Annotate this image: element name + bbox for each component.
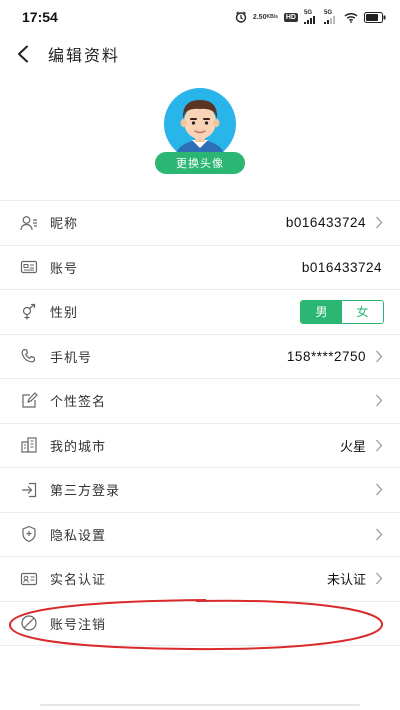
profile-settings-list: 昵称 b016433724 账号 b016433724 性别 男 女 手机号 1…: [0, 200, 400, 646]
third-party-login-row[interactable]: 第三方登录: [0, 468, 400, 513]
signature-label: 个性签名: [50, 395, 107, 411]
chevron-right-icon: [374, 394, 384, 408]
id-card-icon: [20, 258, 38, 276]
hd-icon: HD: [283, 12, 298, 22]
gender-label: 性别: [50, 306, 79, 322]
chevron-left-icon: [18, 45, 28, 63]
city-value: 火星: [339, 439, 366, 455]
city-row[interactable]: 我的城市 火星: [0, 424, 400, 468]
gender-toggle: 男 女: [300, 299, 384, 324]
account-label: 账号: [50, 261, 79, 277]
chevron-right-icon: [374, 483, 384, 497]
nickname-label: 昵称: [50, 217, 79, 233]
phone-row[interactable]: 手机号 158****2750: [0, 335, 400, 379]
net-speed-value: 2.50: [252, 13, 267, 21]
gender-icon: [20, 303, 38, 321]
account-value: b016433724: [301, 259, 382, 275]
status-bar: 17:54 2.50 KB/s HD 5G 5G: [0, 0, 400, 34]
cancel-account-label: 账号注销: [50, 617, 107, 633]
signal-icon-sim2: 5G: [324, 10, 338, 24]
change-avatar-button[interactable]: 更换头像: [155, 152, 245, 174]
status-icons: 2.50 KB/s HD 5G 5G: [235, 10, 386, 24]
wifi-icon: [344, 12, 358, 23]
cancel-account-icon: [20, 614, 38, 632]
signature-row[interactable]: 个性签名: [0, 379, 400, 424]
avatar[interactable]: [164, 88, 236, 160]
realname-icon: [20, 570, 38, 588]
phone-icon: [20, 347, 38, 365]
nav-bar: 编辑资料: [0, 34, 400, 74]
chevron-right-icon: [374, 527, 384, 541]
real-name-verification-label: 实名认证: [50, 573, 107, 589]
edit-icon: [20, 392, 38, 410]
privacy-settings-row[interactable]: 隐私设置: [0, 513, 400, 557]
signal-icon-sim1: 5G: [304, 10, 318, 24]
city-label: 我的城市: [50, 439, 107, 455]
cancel-account-row[interactable]: 账号注销: [0, 602, 400, 646]
avatar-image: [164, 88, 236, 160]
account-row: 账号 b016433724: [0, 246, 400, 290]
net-speed-unit: KB/s: [266, 13, 278, 20]
chevron-right-icon: [374, 216, 384, 230]
chevron-right-icon: [374, 349, 384, 363]
alarm-icon: [235, 11, 247, 23]
net-speed-indicator: 2.50 KB/s: [253, 14, 278, 21]
home-indicator: [40, 704, 360, 706]
page-title: 编辑资料: [48, 46, 121, 65]
city-icon: [20, 436, 38, 454]
nickname-row[interactable]: 昵称 b016433724: [0, 201, 400, 246]
gender-option-male[interactable]: 男: [301, 300, 342, 323]
user-id-icon: [20, 214, 38, 232]
phone-label: 手机号: [50, 350, 93, 366]
status-time: 17:54: [22, 9, 58, 25]
chevron-right-icon: [374, 572, 384, 586]
chevron-right-icon: [374, 438, 384, 452]
nickname-value: b016433724: [285, 215, 366, 231]
third-party-login-label: 第三方登录: [50, 484, 121, 500]
real-name-verification-value: 未认证: [326, 573, 366, 589]
shield-icon: [20, 525, 38, 543]
login-icon: [20, 481, 38, 499]
gender-row: 性别 男 女: [0, 290, 400, 335]
privacy-settings-label: 隐私设置: [50, 528, 107, 544]
real-name-verification-row[interactable]: 实名认证 未认证: [0, 557, 400, 602]
phone-value: 158****2750: [286, 348, 366, 364]
gender-option-female[interactable]: 女: [342, 300, 383, 323]
battery-icon: [364, 11, 386, 23]
back-button[interactable]: [0, 34, 46, 74]
